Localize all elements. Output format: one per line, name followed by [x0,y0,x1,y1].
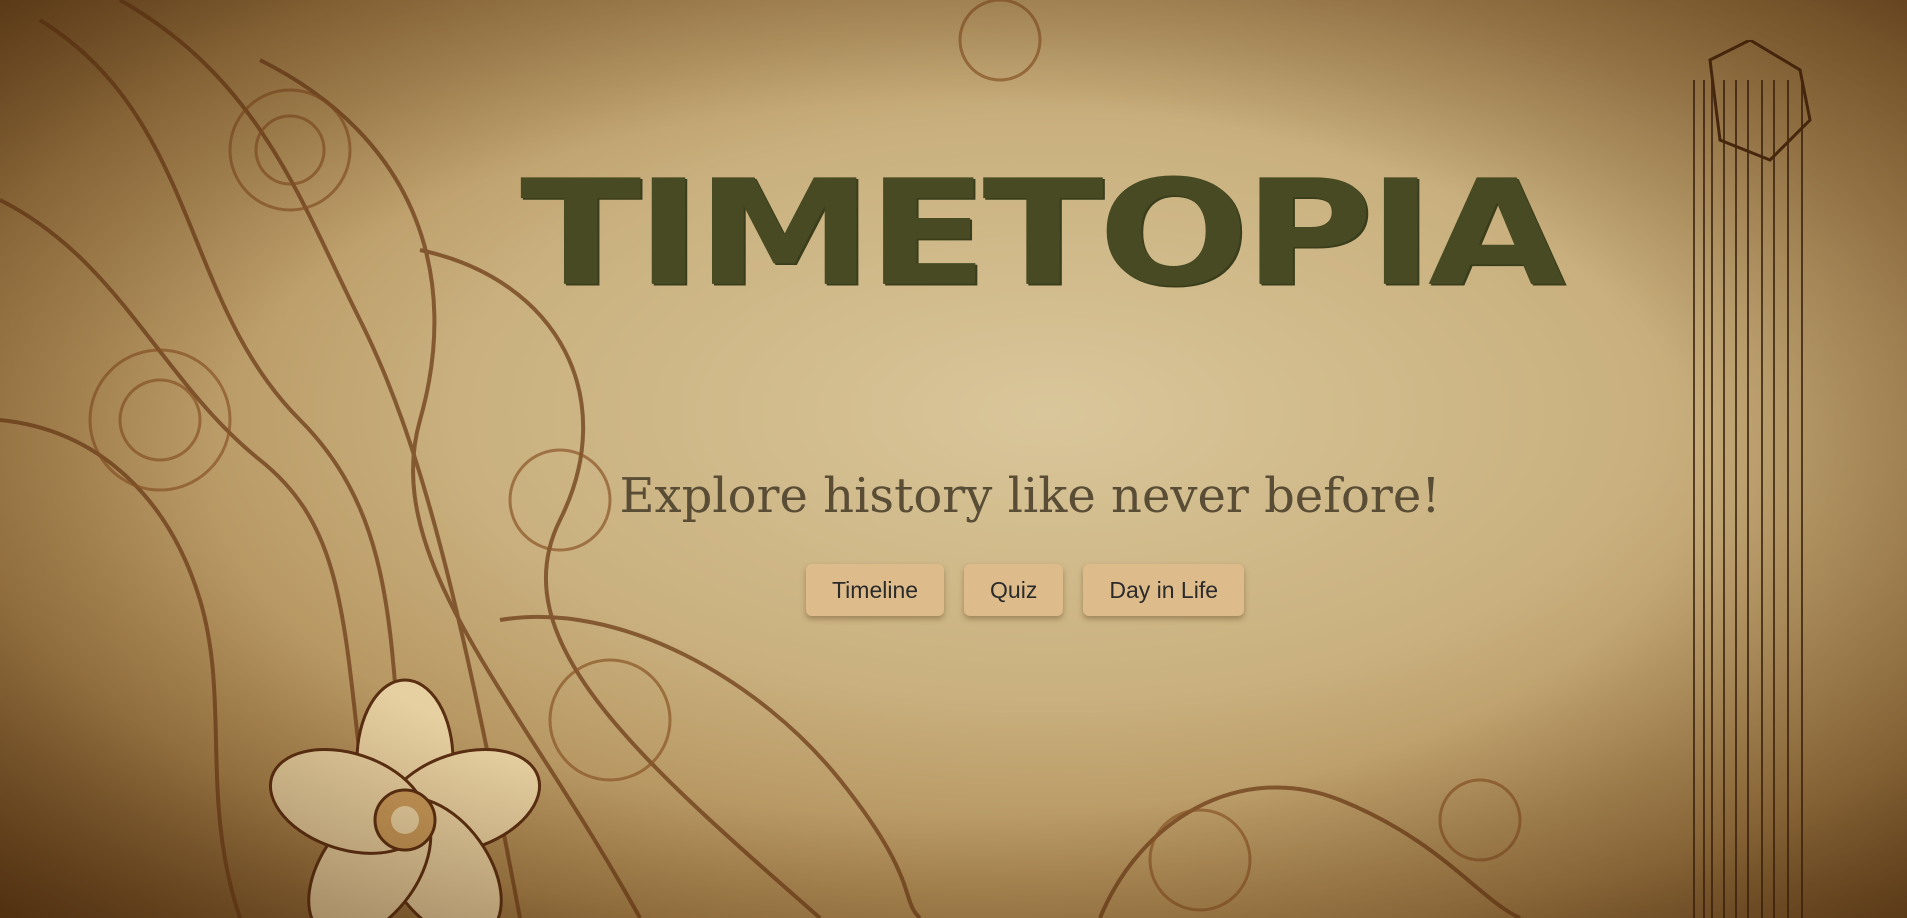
floral-swirl-ornament [0,0,1522,918]
page-title: TIMETOPIA [520,148,1566,319]
page-subtitle: Explore history like never before! [619,468,1441,524]
landing-page: TIMETOPIA Explore history like never bef… [0,0,1907,918]
timeline-button[interactable]: Timeline [805,564,945,616]
main-nav: Timeline Quiz Day in Life [0,564,1907,616]
vertical-stripes-ornament [1693,40,1812,918]
day-in-life-button[interactable]: Day in Life [1083,564,1245,616]
quiz-button[interactable]: Quiz [964,564,1064,616]
flower-ornament [268,678,542,918]
